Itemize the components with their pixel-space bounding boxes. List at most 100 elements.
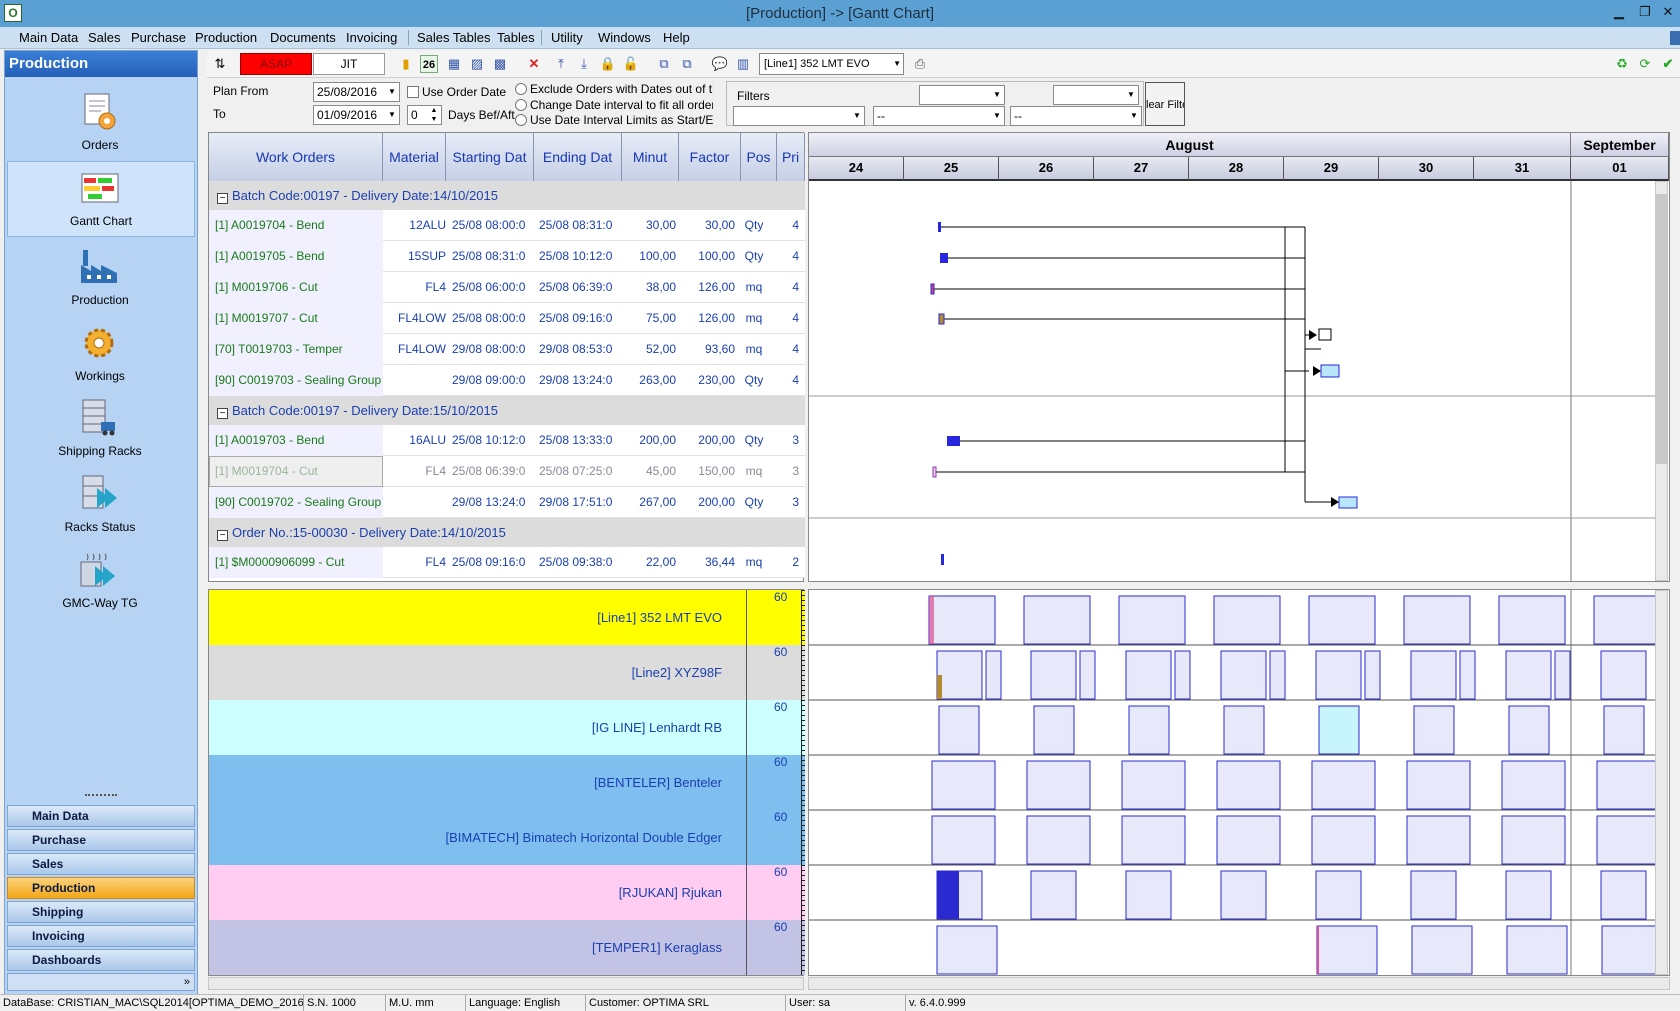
paste-icon[interactable]: ⧉ bbox=[678, 55, 696, 73]
refresh-icon[interactable]: ⟳ bbox=[1636, 55, 1654, 73]
move-up-icon[interactable]: ⤒ bbox=[552, 55, 570, 73]
radio-icon[interactable] bbox=[515, 114, 527, 126]
module-production[interactable]: Production bbox=[7, 877, 195, 899]
menu-documents[interactable]: Documents bbox=[270, 30, 336, 45]
table-row-selected[interactable]: [1] M0019704 - Cut FL4 25/08 06:39:0 25/08 … bbox=[209, 456, 805, 487]
resource-row[interactable]: [IG LINE] Lenhardt RB 60 bbox=[209, 700, 805, 755]
column-header-priority[interactable]: Pri bbox=[777, 133, 805, 181]
module-sales[interactable]: Sales bbox=[7, 853, 195, 875]
confirm-check-icon[interactable]: ✔ bbox=[1659, 55, 1677, 73]
resource-row[interactable]: [TEMPER1] Keraglass 60 bbox=[209, 920, 805, 975]
module-dashboards[interactable]: Dashboards bbox=[7, 949, 195, 971]
menu-help[interactable]: Help bbox=[663, 30, 690, 45]
column-header-pos[interactable]: Pos bbox=[741, 133, 777, 181]
print-icon[interactable]: ⎙ bbox=[911, 55, 929, 73]
column-header-starting-date[interactable]: Starting Dat bbox=[446, 133, 534, 181]
task-bar[interactable] bbox=[941, 554, 944, 565]
module-purchase[interactable]: Purchase bbox=[7, 829, 195, 851]
change-interval-option[interactable]: Change Date interval to fit all orders bbox=[515, 98, 713, 112]
module-main-data[interactable]: Main Data bbox=[7, 805, 195, 827]
scrollbar-thumb[interactable] bbox=[1656, 194, 1667, 464]
bars-icon[interactable]: ▥ bbox=[734, 55, 752, 73]
group-row[interactable]: − Batch Code:00197 - Delivery Date:15/10/… bbox=[209, 396, 805, 425]
clear-filter-button[interactable]: lear Filte bbox=[1145, 82, 1185, 126]
filter-dropdown-2[interactable]: ▼ bbox=[1053, 85, 1139, 105]
comment-icon[interactable]: 💬 bbox=[711, 55, 729, 73]
hatch-icon[interactable]: ▨ bbox=[468, 55, 486, 73]
module-shipping[interactable]: Shipping bbox=[7, 901, 195, 923]
menu-purchase[interactable]: Purchase bbox=[131, 30, 186, 45]
resource-row[interactable]: [Line2] XYZ98F 60 bbox=[209, 645, 805, 700]
module-invoicing[interactable]: Invoicing bbox=[7, 925, 195, 947]
column-header-minutes[interactable]: Minut bbox=[622, 133, 679, 181]
task-bar[interactable] bbox=[1320, 364, 1340, 378]
table-row[interactable]: [1] $M0000906099 - Cut FL4 25/08 09:16:0 25… bbox=[209, 547, 805, 578]
jit-button[interactable]: JIT bbox=[313, 53, 385, 75]
task-bar[interactable] bbox=[938, 222, 941, 232]
filter-dropdown-1[interactable]: ▼ bbox=[919, 85, 1005, 105]
filter-dropdown-5[interactable]: -- ▼ bbox=[1010, 106, 1142, 126]
radio-icon[interactable] bbox=[515, 99, 527, 111]
task-bar[interactable] bbox=[1338, 496, 1358, 509]
copy-icon[interactable]: ⧉ bbox=[655, 55, 673, 73]
lock-icon[interactable]: 🔒 bbox=[599, 55, 617, 73]
expand-chevron-icon[interactable]: » bbox=[7, 973, 195, 991]
vertical-scrollbar[interactable] bbox=[1655, 181, 1668, 581]
nav-shipping-racks[interactable]: Shipping Racks bbox=[7, 392, 195, 468]
task-bar[interactable] bbox=[947, 436, 960, 446]
nav-production[interactable]: Production bbox=[7, 241, 195, 317]
resource-row[interactable]: [BENTELER] Benteler 60 bbox=[209, 755, 805, 810]
nav-racks-status[interactable]: Racks Status bbox=[7, 468, 195, 544]
nav-gantt-chart[interactable]: Gantt Chart bbox=[7, 161, 195, 237]
menu-main-data[interactable]: Main Data bbox=[19, 30, 78, 45]
days-input[interactable]: 0 ▲ ▼ bbox=[407, 105, 442, 125]
nav-workings[interactable]: Workings bbox=[7, 317, 195, 393]
arrange-icon[interactable]: ⇅ bbox=[211, 55, 229, 73]
task-bar[interactable] bbox=[940, 253, 948, 263]
menu-invoicing[interactable]: Invoicing bbox=[346, 30, 397, 45]
hatch-grid-icon[interactable]: ▩ bbox=[491, 55, 509, 73]
table-row[interactable]: [1] A0019705 - Bend 15SUP 25/08 08:31:0 25/… bbox=[209, 241, 805, 272]
use-order-date-option[interactable]: Use Order Date bbox=[407, 85, 506, 99]
horizontal-scrollbar[interactable] bbox=[808, 977, 1670, 990]
asap-button[interactable]: ASAP bbox=[240, 53, 312, 75]
menu-utility[interactable]: Utility bbox=[551, 30, 583, 45]
use-interval-limits-option[interactable]: Use Date Interval Limits as Start/End D bbox=[515, 113, 713, 127]
collapse-icon[interactable]: − bbox=[217, 193, 228, 204]
horizontal-scrollbar[interactable] bbox=[208, 977, 804, 990]
plan-from-date[interactable]: 25/08/2016 ▼ bbox=[313, 82, 400, 102]
table-row[interactable]: [1] A0019704 - Bend 12ALU 25/08 08:00:0 25/… bbox=[209, 210, 805, 241]
resource-row[interactable]: [BIMATECH] Bimatech Horizontal Double Ed… bbox=[209, 810, 805, 865]
menu-production[interactable]: Production bbox=[195, 30, 257, 45]
delete-icon[interactable]: ✕ bbox=[525, 55, 543, 73]
recycle-icon[interactable]: ♻ bbox=[1613, 55, 1631, 73]
task-bar[interactable] bbox=[930, 283, 935, 295]
task-bar[interactable] bbox=[932, 466, 937, 478]
resource-row[interactable]: [Line1] 352 LMT EVO 60 bbox=[209, 590, 805, 645]
menu-pin-icon[interactable] bbox=[1670, 31, 1680, 45]
menu-tables[interactable]: Tables bbox=[497, 30, 535, 45]
nav-gmc-way-tg[interactable]: GMC-Way TG bbox=[7, 544, 195, 620]
vertical-scrollbar[interactable] bbox=[1655, 590, 1668, 975]
menu-sales-tables[interactable]: Sales Tables bbox=[417, 30, 490, 45]
column-header-ending-date[interactable]: Ending Dat bbox=[534, 133, 622, 181]
move-down-icon[interactable]: ⤓ bbox=[575, 55, 593, 73]
table-row[interactable]: [1] M0019707 - Cut FL4LOW 25/08 08:00:0 25/… bbox=[209, 303, 805, 334]
table-row[interactable]: [90] C0019703 - Sealing Group 29/08 09:00… bbox=[209, 365, 805, 396]
minimize-button[interactable]: ▁ bbox=[1606, 2, 1632, 22]
filter-dropdown-3[interactable]: ▼ bbox=[733, 106, 865, 126]
table-row[interactable]: [70] T0019703 - Temper FL4LOW 29/08 08:00:… bbox=[209, 334, 805, 365]
splitter-grip[interactable] bbox=[85, 794, 117, 798]
group-row[interactable]: − Batch Code:00197 - Delivery Date:14/10/… bbox=[209, 181, 805, 210]
task-bar[interactable] bbox=[1318, 328, 1332, 341]
collapse-icon[interactable]: − bbox=[217, 408, 228, 419]
line-select[interactable]: [Line1] 352 LMT EVO ▼ bbox=[759, 53, 904, 75]
bar-chart-icon[interactable]: ▮ bbox=[397, 55, 415, 73]
task-bar[interactable] bbox=[938, 313, 945, 325]
table-row[interactable]: [90] C0019702 - Sealing Group 29/08 13:24… bbox=[209, 487, 805, 518]
grid-icon[interactable]: ▦ bbox=[445, 55, 463, 73]
resource-row[interactable]: [RJUKAN] Rjukan 60 bbox=[209, 865, 805, 920]
use-order-date-checkbox[interactable] bbox=[407, 86, 419, 98]
menu-sales[interactable]: Sales bbox=[88, 30, 121, 45]
group-row[interactable]: − Order No.:15-00030 - Delivery Date:14/1… bbox=[209, 518, 805, 547]
